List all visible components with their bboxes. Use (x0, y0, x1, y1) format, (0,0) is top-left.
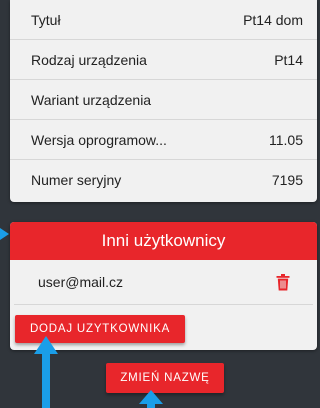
row-label: Wersja oprogramow... (31, 131, 167, 148)
trash-icon[interactable] (275, 273, 291, 291)
row-title: Tytuł Pt14 dom (10, 0, 317, 40)
user-list-item: user@mail.cz (14, 260, 313, 305)
row-value: 7195 (271, 172, 303, 188)
annotation-arrow-left-icon (0, 228, 9, 240)
row-serial-number: Numer seryjny 7195 (10, 160, 317, 200)
row-device-type: Rodzaj urządzenia Pt14 (10, 40, 317, 80)
rename-button[interactable]: ZMIEŃ NAZWĘ (106, 363, 224, 393)
row-label: Rodzaj urządzenia (31, 51, 147, 68)
row-value: Pt14 (274, 51, 303, 68)
other-users-header: Inni użytkownicy (10, 222, 317, 260)
row-value: 11.05 (269, 131, 303, 148)
annotation-arrow-up-icon (139, 390, 163, 408)
row-label: Wariant urządzenia (31, 91, 152, 108)
user-email: user@mail.cz (38, 274, 124, 290)
annotation-arrow-up-icon (34, 336, 58, 408)
row-device-variant: Wariant urządzenia (10, 80, 317, 120)
device-info-card: Tytuł Pt14 dom Rodzaj urządzenia Pt14 Wa… (10, 0, 317, 202)
row-label: Numer seryjny (31, 172, 122, 188)
row-label: Tytuł (31, 11, 61, 28)
row-value: Pt14 dom (243, 11, 303, 28)
row-firmware-version: Wersja oprogramow... 11.05 (10, 120, 317, 160)
